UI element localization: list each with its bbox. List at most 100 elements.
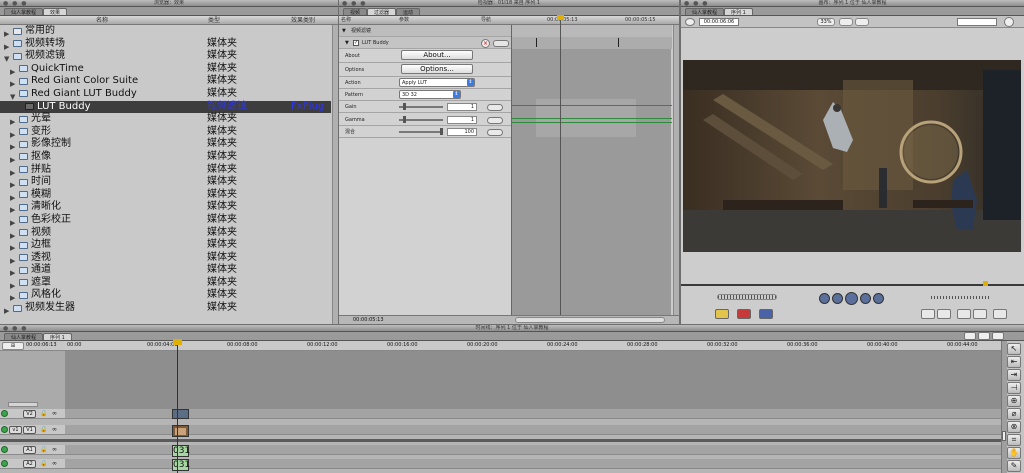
tab-project[interactable]: 仙人掌教程 (685, 8, 725, 15)
edit-selection-tool-icon[interactable]: ⇤ (1007, 356, 1021, 368)
tab-video[interactable]: 视频 (343, 8, 368, 15)
jog-control[interactable] (931, 296, 991, 299)
reset-icon[interactable]: × (481, 39, 490, 48)
browser-row[interactable]: ▼ Red Giant LUT Buddy 媒体夹 (0, 88, 331, 101)
window-controls-icon[interactable]: ● ● ● (342, 0, 367, 6)
track-a2[interactable] (65, 459, 1001, 469)
go-to-out-icon[interactable] (873, 293, 884, 304)
gamma-value[interactable]: 1 (447, 116, 477, 124)
link-icon[interactable]: ∞ (52, 446, 57, 453)
browser-row[interactable]: ▶ Red Giant Color Suite 媒体夹 (0, 75, 331, 88)
timeline-timecode[interactable]: 00:00:06:13 (26, 341, 57, 350)
tab-motion[interactable]: 运动 (396, 8, 421, 15)
track-name[interactable]: V2 (23, 410, 36, 418)
gain-value[interactable]: 1 (447, 103, 477, 111)
video-frame[interactable] (683, 60, 1021, 252)
disclosure-icon[interactable]: ▼ (345, 37, 349, 49)
browser-row[interactable]: ▶ 视频转场 媒体夹 (0, 38, 331, 51)
track-height-control[interactable] (8, 402, 38, 407)
zoom-slider[interactable] (515, 317, 665, 323)
track-v1[interactable] (65, 425, 1001, 435)
browser-row[interactable]: ▶ 遮罩 媒体夹 (0, 277, 331, 290)
browser-row[interactable]: ▶ 影像控制 媒体夹 (0, 138, 331, 151)
lock-icon[interactable]: 🔒 (40, 426, 47, 433)
browser-row[interactable]: ▶ 光晕 媒体夹 (0, 113, 331, 126)
zoom-popup[interactable]: 33% (817, 18, 835, 26)
mark-out-icon[interactable] (937, 309, 951, 319)
column-effect-type[interactable]: 效果类别 (291, 16, 315, 25)
browser-row[interactable]: ▶ 视频 媒体夹 (0, 227, 331, 240)
playhead-marker-icon[interactable] (983, 281, 988, 286)
tab-project[interactable]: 仙人掌教程 (4, 333, 44, 340)
slider-thumb-icon[interactable] (403, 103, 406, 110)
canvas-titlebar[interactable]: ● ● ● 画布：序列 1 位于 仙人掌教程 (681, 0, 1024, 7)
ripple-tool-icon[interactable]: ⊣ (1007, 382, 1021, 394)
browser-row[interactable]: ▼ 视频滤镜 媒体夹 (0, 50, 331, 63)
track-name[interactable]: A1 (23, 446, 36, 454)
effects-scrollbar[interactable] (673, 25, 679, 315)
slider-thumb-icon[interactable] (403, 116, 406, 123)
window-controls-icon[interactable]: ● ● ● (3, 325, 28, 331)
track-audio-icon[interactable] (1, 460, 8, 467)
browser-row[interactable]: ▶ 常用的 (0, 25, 331, 38)
scrubber-bar[interactable] (681, 284, 1024, 286)
add-keyframe-icon[interactable] (993, 309, 1007, 319)
browser-row[interactable]: ▶ 视频发生器 媒体夹 (0, 302, 331, 315)
add-marker-icon[interactable] (973, 309, 987, 319)
group-row[interactable]: ▼ 视频滤镜 (339, 25, 511, 38)
render-icon[interactable] (992, 332, 1004, 340)
selection-tool-icon[interactable]: ↖ (1007, 343, 1021, 355)
next-edit-icon[interactable] (860, 293, 871, 304)
timeline-empty-area[interactable] (65, 351, 1001, 409)
timeline-timecode-popup[interactable]: ⊞ (2, 342, 24, 350)
viewer-titlebar[interactable]: ● ● ● 检视器：01I18 来自 序列 1 (339, 0, 679, 7)
browser-row[interactable]: ▶ 模糊 媒体夹 (0, 189, 331, 202)
shuttle-control[interactable] (717, 294, 777, 300)
tab-sequence[interactable]: 序列 1 (724, 8, 753, 15)
lock-icon[interactable]: 🔒 (40, 460, 47, 467)
scroll-thumb[interactable] (1002, 431, 1006, 441)
timeline-ruler[interactable]: 00:00 00:00:04:00 00:00:08:00 00:00:12:00 00… (65, 341, 1001, 351)
tab-effects[interactable]: 效果 (43, 8, 68, 15)
snapping-icon[interactable] (964, 332, 976, 340)
lock-icon[interactable]: 🔒 (40, 410, 47, 417)
pen-tool-icon[interactable]: ✎ (1007, 460, 1021, 472)
mark-in-icon[interactable] (921, 309, 935, 319)
zoom-tool-icon[interactable]: ⊗ (1007, 421, 1021, 433)
keyframe-button[interactable] (487, 104, 503, 111)
disclosure-closed-icon[interactable]: ▶ (4, 305, 9, 318)
about-button[interactable]: About... (401, 50, 473, 60)
link-icon[interactable]: ∞ (52, 460, 57, 467)
track-visibility-icon[interactable] (1, 426, 8, 433)
browser-row[interactable]: ▶ 风格化 媒体夹 (0, 289, 331, 302)
options-button[interactable]: Options... (401, 64, 473, 74)
audio-clip-a2[interactable]: 031 (172, 459, 190, 471)
keyframe-button[interactable] (487, 129, 503, 136)
playhead-marker-icon[interactable] (173, 339, 182, 345)
mark-clip-icon[interactable] (957, 309, 971, 319)
mix-value[interactable]: 100 (447, 128, 477, 136)
video-clip-v1[interactable] (172, 425, 189, 437)
filter-menu-icon[interactable] (493, 40, 509, 47)
crop-tool-icon[interactable]: ⌗ (1007, 434, 1021, 446)
browser-row[interactable]: ▶ 抠像 媒体夹 (0, 151, 331, 164)
track-v2[interactable] (65, 409, 1001, 419)
play-icon[interactable] (845, 292, 858, 305)
disclosure-icon[interactable]: ▼ (342, 25, 346, 37)
track-visibility-icon[interactable] (1, 410, 8, 417)
audio-clip-a1[interactable]: 031 (172, 445, 190, 457)
hand-tool-icon[interactable]: ✋ (1007, 447, 1021, 459)
track-name[interactable]: A2 (23, 460, 36, 468)
lock-icon[interactable]: 🔒 (40, 446, 47, 453)
browser-row[interactable]: ▶ 拼贴 媒体夹 (0, 164, 331, 177)
browser-row[interactable]: ▶ 透视 媒体夹 (0, 252, 331, 265)
location-timecode[interactable] (957, 18, 997, 26)
link-icon[interactable]: ∞ (52, 410, 57, 417)
link-icon[interactable]: ∞ (52, 426, 57, 433)
browser-row[interactable]: ▶ 色彩校正 媒体夹 (0, 214, 331, 227)
track-audio-icon[interactable] (1, 446, 8, 453)
playhead-line[interactable] (560, 17, 561, 315)
browser-row[interactable]: LUT Buddy 视频滤镜 FxPlug (0, 100, 331, 114)
action-select[interactable]: Apply LUT ⇕ (399, 78, 475, 87)
track-name[interactable]: V1 (23, 426, 36, 434)
